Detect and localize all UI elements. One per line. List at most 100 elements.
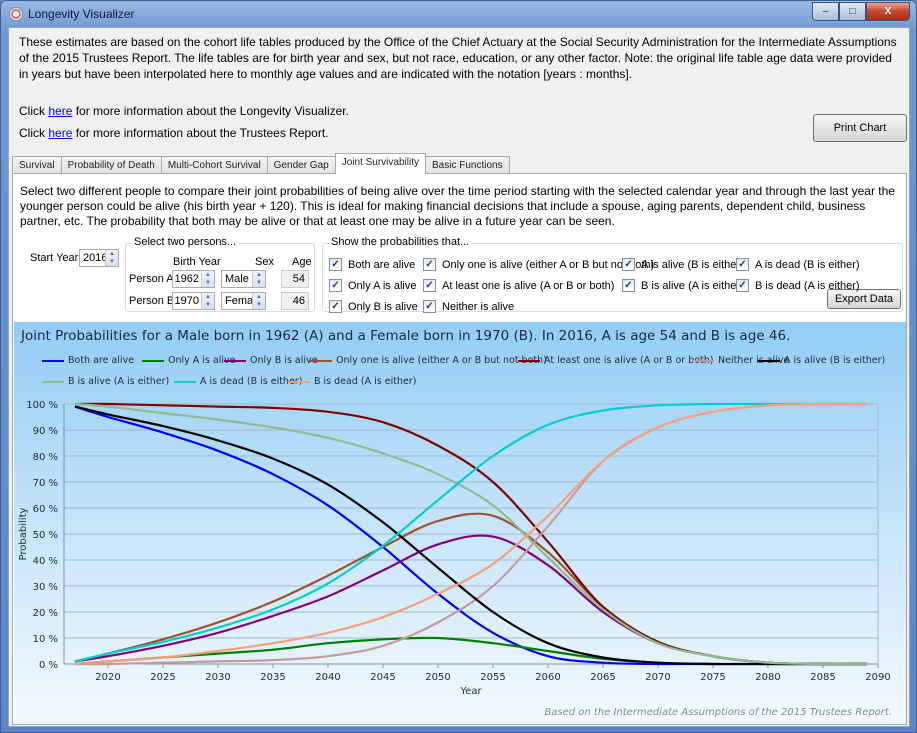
y-tick-label: 20 % — [33, 608, 58, 619]
checkbox-at-least-one-is-alive-a-or-b-or-both[interactable]: ✓ At least one is alive (A or B or both) — [423, 279, 614, 292]
birth-year-header: Birth Year — [173, 256, 221, 268]
person-b-label: Person B — [129, 295, 175, 307]
y-tick-label: 60 % — [33, 504, 58, 515]
x-tick-label: 2045 — [370, 672, 395, 683]
checkmark-icon[interactable]: ✓ — [329, 279, 342, 292]
checkbox-both-are-alive[interactable]: ✓ Both are alive — [329, 258, 415, 271]
checkbox-a-is-dead-b-is-either[interactable]: ✓ A is dead (B is either) — [736, 258, 860, 271]
checkmark-icon[interactable]: ✓ — [622, 279, 635, 292]
tab-probability-of-death[interactable]: Probability of Death — [60, 156, 162, 174]
x-tick-label: 2040 — [315, 672, 340, 683]
checkbox-label: A is alive (B is either) — [641, 258, 744, 271]
y-tick-label: 10 % — [33, 634, 58, 645]
app-icon — [9, 7, 23, 21]
x-tick-label: 2035 — [260, 672, 285, 683]
person-a-birth-year-spinner[interactable]: 1962 ▲ ▼ — [172, 270, 215, 288]
checkbox-only-one-is-alive-either-a-or-b-but-not-both[interactable]: ✓ Only one is alive (either A or B but no… — [423, 258, 654, 271]
tab-strip: Survival Probability of Death Multi-Cohort… — [12, 153, 510, 174]
tab-multi-cohort-survival[interactable]: Multi-Cohort Survival — [160, 156, 268, 174]
spinner-arrows-icon[interactable]: ▲ ▼ — [252, 293, 265, 309]
checkbox-neither-is-alive[interactable]: ✓ Neither is alive — [423, 300, 514, 313]
checkmark-icon[interactable]: ✓ — [736, 279, 749, 292]
person-b-age: 46 — [281, 292, 309, 310]
y-tick-label: 100 % — [26, 400, 58, 411]
window-title: Longevity Visualizer — [28, 7, 135, 21]
checkbox-label: Only A is alive — [348, 279, 417, 292]
checkmark-icon[interactable]: ✓ — [736, 258, 749, 271]
spinner-arrows-icon[interactable]: ▲ ▼ — [201, 293, 214, 309]
close-button[interactable]: X — [866, 2, 910, 21]
print-chart-button[interactable]: Print Chart — [813, 114, 907, 142]
x-tick-label: 2030 — [205, 672, 230, 683]
y-tick-label: 30 % — [33, 582, 58, 593]
tab-gender-gap[interactable]: Gender Gap — [266, 156, 336, 174]
checkbox-label: Both are alive — [348, 258, 416, 271]
group-title: Show the probabilities that... — [329, 236, 472, 248]
title-bar[interactable]: Longevity Visualizer – □ X — [1, 1, 916, 27]
checkmark-icon[interactable]: ✓ — [329, 258, 342, 271]
x-tick-label: 2020 — [95, 672, 120, 683]
y-tick-label: 70 % — [33, 478, 58, 489]
line-chart: 0 % 10 % 20 % 30 % 40 % 50 % 60 % 70 % 80 % 90 % 1… — [18, 400, 891, 697]
tab-joint-survivability[interactable]: Joint Survivability — [334, 153, 426, 174]
checkbox-label: B is alive (A is either) — [641, 279, 744, 292]
link-suffix: for more information about the Longevity… — [72, 104, 349, 118]
checkmark-icon[interactable]: ✓ — [423, 258, 436, 271]
spinner-arrows-icon[interactable]: ▲ ▼ — [252, 271, 265, 287]
checkbox-label: At least one is alive (A or B or both) — [442, 279, 615, 292]
trustees-report-link[interactable]: here — [48, 126, 72, 140]
y-tick-label: 40 % — [33, 556, 58, 567]
minimize-button[interactable]: – — [812, 2, 839, 21]
age-header: Age — [292, 256, 312, 268]
checkbox-b-is-dead-a-is-either[interactable]: ✓ B is dead (A is either) — [736, 279, 860, 292]
chart-area: Joint Probabilities for a Male born in 1… — [14, 322, 906, 724]
checkmark-icon[interactable]: ✓ — [423, 300, 436, 313]
x-tick-label: 2050 — [425, 672, 450, 683]
checkbox-label: Neither is alive — [442, 300, 515, 313]
checkmark-icon[interactable]: ✓ — [329, 300, 342, 313]
tab-basic-functions[interactable]: Basic Functions — [424, 156, 510, 174]
x-tick-label: 2060 — [535, 672, 560, 683]
checkbox-label: Only B is alive — [348, 300, 418, 313]
x-tick-label: 2075 — [700, 672, 725, 683]
person-b-sex-spinner[interactable]: Female ▲ ▼ — [221, 292, 266, 310]
spinner-arrows-icon[interactable]: ▲ ▼ — [201, 271, 214, 287]
intro-text: These estimates are based on the cohort … — [19, 35, 897, 81]
client-area: These estimates are based on the cohort … — [8, 27, 910, 727]
checkmark-icon[interactable]: ✓ — [423, 279, 436, 292]
checkbox-label: B is dead (A is either) — [755, 279, 860, 292]
visualizer-info-line: Click here for more information about th… — [19, 104, 349, 118]
export-data-button[interactable]: Export Data — [827, 289, 901, 309]
person-a-label: Person A — [129, 273, 174, 285]
checkbox-only-a-is-alive[interactable]: ✓ Only A is alive — [329, 279, 416, 292]
checkbox-only-b-is-alive[interactable]: ✓ Only B is alive — [329, 300, 418, 313]
checkbox-b-is-alive-a-is-either[interactable]: ✓ B is alive (A is either) — [622, 279, 744, 292]
start-year-label: Start Year — [30, 252, 79, 264]
person-a-sex: Male — [225, 273, 249, 285]
x-tick-label: 2065 — [590, 672, 615, 683]
x-tick-label: 2055 — [480, 672, 505, 683]
person-b-birth-year-spinner[interactable]: 1970 ▲ ▼ — [172, 292, 215, 310]
panel-description: Select two different people to compare t… — [20, 184, 895, 228]
x-tick-label: 2070 — [645, 672, 670, 683]
y-tick-label: 0 % — [39, 660, 58, 671]
visualizer-info-link[interactable]: here — [48, 104, 72, 118]
checkbox-a-is-alive-b-is-either[interactable]: ✓ A is alive (B is either) — [622, 258, 744, 271]
person-a-sex-spinner[interactable]: Male ▲ ▼ — [221, 270, 266, 288]
x-axis-label: Year — [459, 686, 482, 697]
x-tick-label: 2080 — [755, 672, 780, 683]
spinner-arrows-icon[interactable]: ▲ ▼ — [105, 250, 118, 266]
joint-survivability-panel: Select two different people to compare t… — [12, 173, 907, 725]
maximize-button[interactable]: □ — [839, 2, 866, 21]
checkmark-icon[interactable]: ✓ — [622, 258, 635, 271]
app-window: Longevity Visualizer – □ X These estimat… — [0, 0, 917, 733]
y-axis-label: Probability — [18, 507, 29, 560]
checkbox-label: A is dead (B is either) — [755, 258, 860, 271]
x-tick-label: 2025 — [150, 672, 175, 683]
trustees-info-line: Click here for more information about th… — [19, 126, 329, 140]
link-prefix: Click — [19, 104, 49, 118]
link-suffix: for more information about the Trustees … — [72, 126, 329, 140]
y-tick-label: 50 % — [33, 530, 58, 541]
start-year-spinner[interactable]: 2016 ▲ ▼ — [79, 249, 119, 267]
tab-survival[interactable]: Survival — [12, 156, 62, 174]
